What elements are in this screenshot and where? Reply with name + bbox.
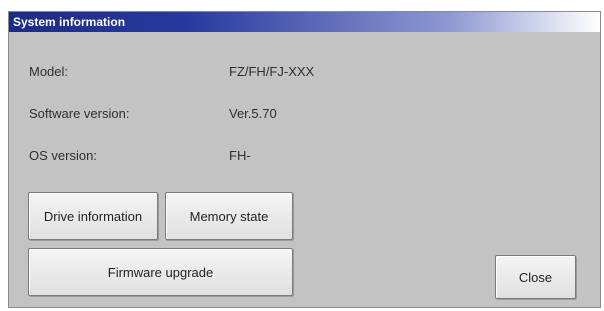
model-value: FZ/FH/FJ-XXX	[229, 64, 315, 79]
drive-information-button[interactable]: Drive information	[28, 192, 158, 240]
software-version-label: Software version:	[29, 106, 130, 121]
os-version-value: FH-	[229, 148, 251, 163]
firmware-upgrade-button[interactable]: Firmware upgrade	[28, 248, 293, 296]
system-information-dialog: System information Model: FZ/FH/FJ-XXX S…	[8, 11, 601, 308]
memory-state-button[interactable]: Memory state	[165, 192, 293, 240]
close-button[interactable]: Close	[495, 255, 576, 299]
model-label: Model:	[29, 64, 69, 79]
os-version-label: OS version:	[29, 148, 97, 163]
software-version-value: Ver.5.70	[229, 106, 277, 121]
dialog-title: System information	[9, 12, 600, 32]
